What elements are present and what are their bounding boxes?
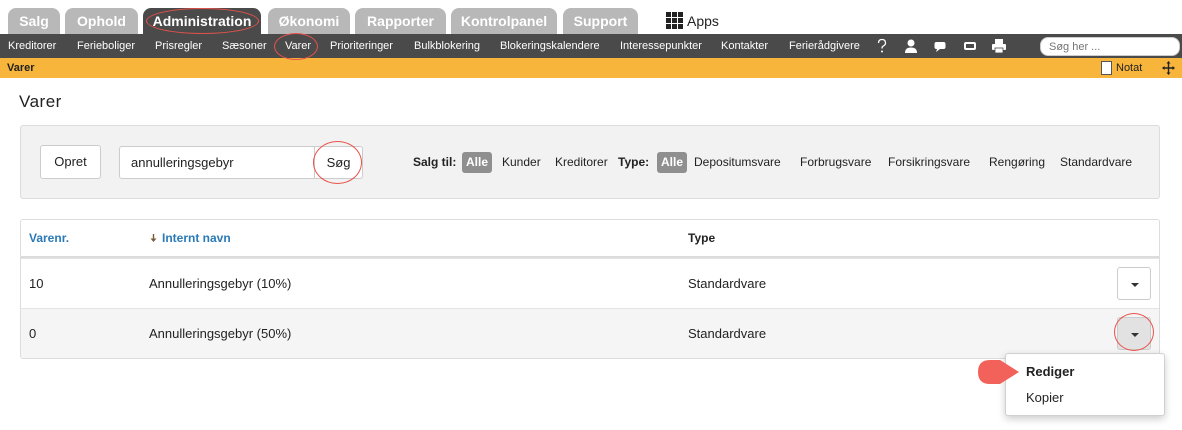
row-actions-button[interactable]: [1117, 317, 1151, 350]
tab-support[interactable]: Support: [563, 8, 638, 34]
salg-til-all-chip[interactable]: Alle: [462, 152, 493, 173]
search-input[interactable]: [119, 146, 315, 179]
tab-rapporter[interactable]: Rapporter: [355, 8, 446, 34]
column-header-varenr[interactable]: Varenr.: [29, 231, 69, 245]
message-icon[interactable]: [962, 37, 978, 55]
global-search-input[interactable]: [1040, 37, 1180, 56]
row-actions-button[interactable]: [1117, 267, 1151, 300]
table-row: 0 Annulleringsgebyr (50%) Standardvare: [21, 308, 1159, 358]
apps-label: Apps: [687, 12, 719, 29]
nav-item-ferieboliger[interactable]: Ferieboliger: [77, 34, 135, 58]
move-icon[interactable]: [1162, 59, 1175, 82]
type-option-forbrugsvare[interactable]: Forbrugsvare: [800, 155, 871, 169]
cell-type: Standardvare: [688, 276, 767, 291]
internt-navn-label: Internt navn: [162, 231, 231, 245]
type-label: Type:: [618, 155, 650, 169]
nav-item-interessepunkter[interactable]: Interessepunkter: [620, 34, 702, 58]
apps-menu[interactable]: Apps: [666, 12, 719, 29]
cell-internt-navn: Annulleringsgebyr (50%): [149, 326, 292, 341]
chat-icon[interactable]: [933, 37, 947, 55]
page-context-bar: Varer Notat: [0, 58, 1182, 78]
caret-down-icon: [1131, 333, 1139, 337]
tab-kontrolpanel[interactable]: Kontrolpanel: [451, 8, 557, 34]
grid-icon: [666, 12, 683, 29]
notat-label: Notat: [1116, 62, 1143, 74]
pointer-arrow-icon: [978, 360, 1019, 384]
cell-varenr: 0: [29, 326, 37, 341]
cell-type: Standardvare: [688, 326, 767, 341]
page-title: Varer: [19, 92, 62, 111]
row-actions-menu: Rediger Kopier: [1005, 353, 1165, 416]
items-table: Varenr. Internt navn Type 10 Annullering…: [20, 219, 1160, 359]
type-option-rengoring[interactable]: Rengøring: [989, 155, 1045, 169]
type-option-forsikringsvare[interactable]: Forsikringsvare: [888, 155, 970, 169]
type-option-standardvare[interactable]: Standardvare: [1060, 155, 1132, 169]
nav-item-blokeringskalendere[interactable]: Blokeringskalendere: [500, 34, 600, 58]
cell-varenr: 10: [29, 276, 44, 291]
nav-item-kreditorer[interactable]: Kreditorer: [8, 34, 56, 58]
tab-administration[interactable]: Administration: [143, 8, 261, 34]
type-option-depositumsvare[interactable]: Depositumsvare: [694, 155, 781, 169]
top-tab-bar: Salg Ophold Administration Økonomi Rappo…: [0, 0, 1182, 34]
caret-down-icon: [1131, 283, 1139, 287]
salg-til-option-kreditorer[interactable]: Kreditorer: [555, 155, 608, 169]
create-button[interactable]: Opret: [40, 145, 101, 179]
help-icon[interactable]: [875, 37, 889, 55]
nav-item-prisregler[interactable]: Prisregler: [155, 34, 202, 58]
column-header-internt-navn[interactable]: Internt navn: [149, 231, 231, 245]
type-all-chip[interactable]: Alle: [657, 152, 688, 173]
menu-item-kopier[interactable]: Kopier: [1026, 390, 1064, 405]
column-header-type: Type: [688, 231, 716, 245]
tab-ophold[interactable]: Ophold: [65, 8, 138, 34]
user-icon[interactable]: [904, 37, 918, 55]
context-title: Varer: [7, 62, 35, 74]
printer-icon[interactable]: [990, 37, 1008, 55]
admin-nav-bar: Kreditorer Ferieboliger Prisregler Sæson…: [0, 34, 1182, 58]
nav-item-kontakter[interactable]: Kontakter: [721, 34, 768, 58]
cell-internt-navn: Annulleringsgebyr (10%): [149, 276, 292, 291]
table-header: Varenr. Internt navn Type: [21, 220, 1159, 258]
tab-okonomi[interactable]: Økonomi: [268, 8, 350, 34]
sort-down-icon: [150, 234, 157, 242]
nav-item-bulkblokering[interactable]: Bulkblokering: [414, 34, 480, 58]
salg-til-label: Salg til:: [413, 155, 457, 169]
salg-til-option-kunder[interactable]: Kunder: [502, 155, 541, 169]
nav-item-ferieradgivere[interactable]: Ferierådgivere: [789, 34, 860, 58]
search-button[interactable]: Søg: [314, 146, 363, 179]
nav-item-prioriteringer[interactable]: Prioriteringer: [330, 34, 393, 58]
table-row: 10 Annulleringsgebyr (10%) Standardvare: [21, 258, 1159, 308]
nav-item-varer[interactable]: Varer: [285, 34, 311, 58]
document-icon: [1101, 61, 1112, 75]
menu-item-rediger[interactable]: Rediger: [1026, 364, 1074, 379]
tab-salg[interactable]: Salg: [8, 8, 60, 34]
notat-button[interactable]: Notat: [1101, 60, 1142, 76]
filter-panel: Opret Søg Salg til: Alle Kunder Kreditor…: [20, 125, 1160, 199]
nav-item-saesoner[interactable]: Sæsoner: [222, 34, 267, 58]
